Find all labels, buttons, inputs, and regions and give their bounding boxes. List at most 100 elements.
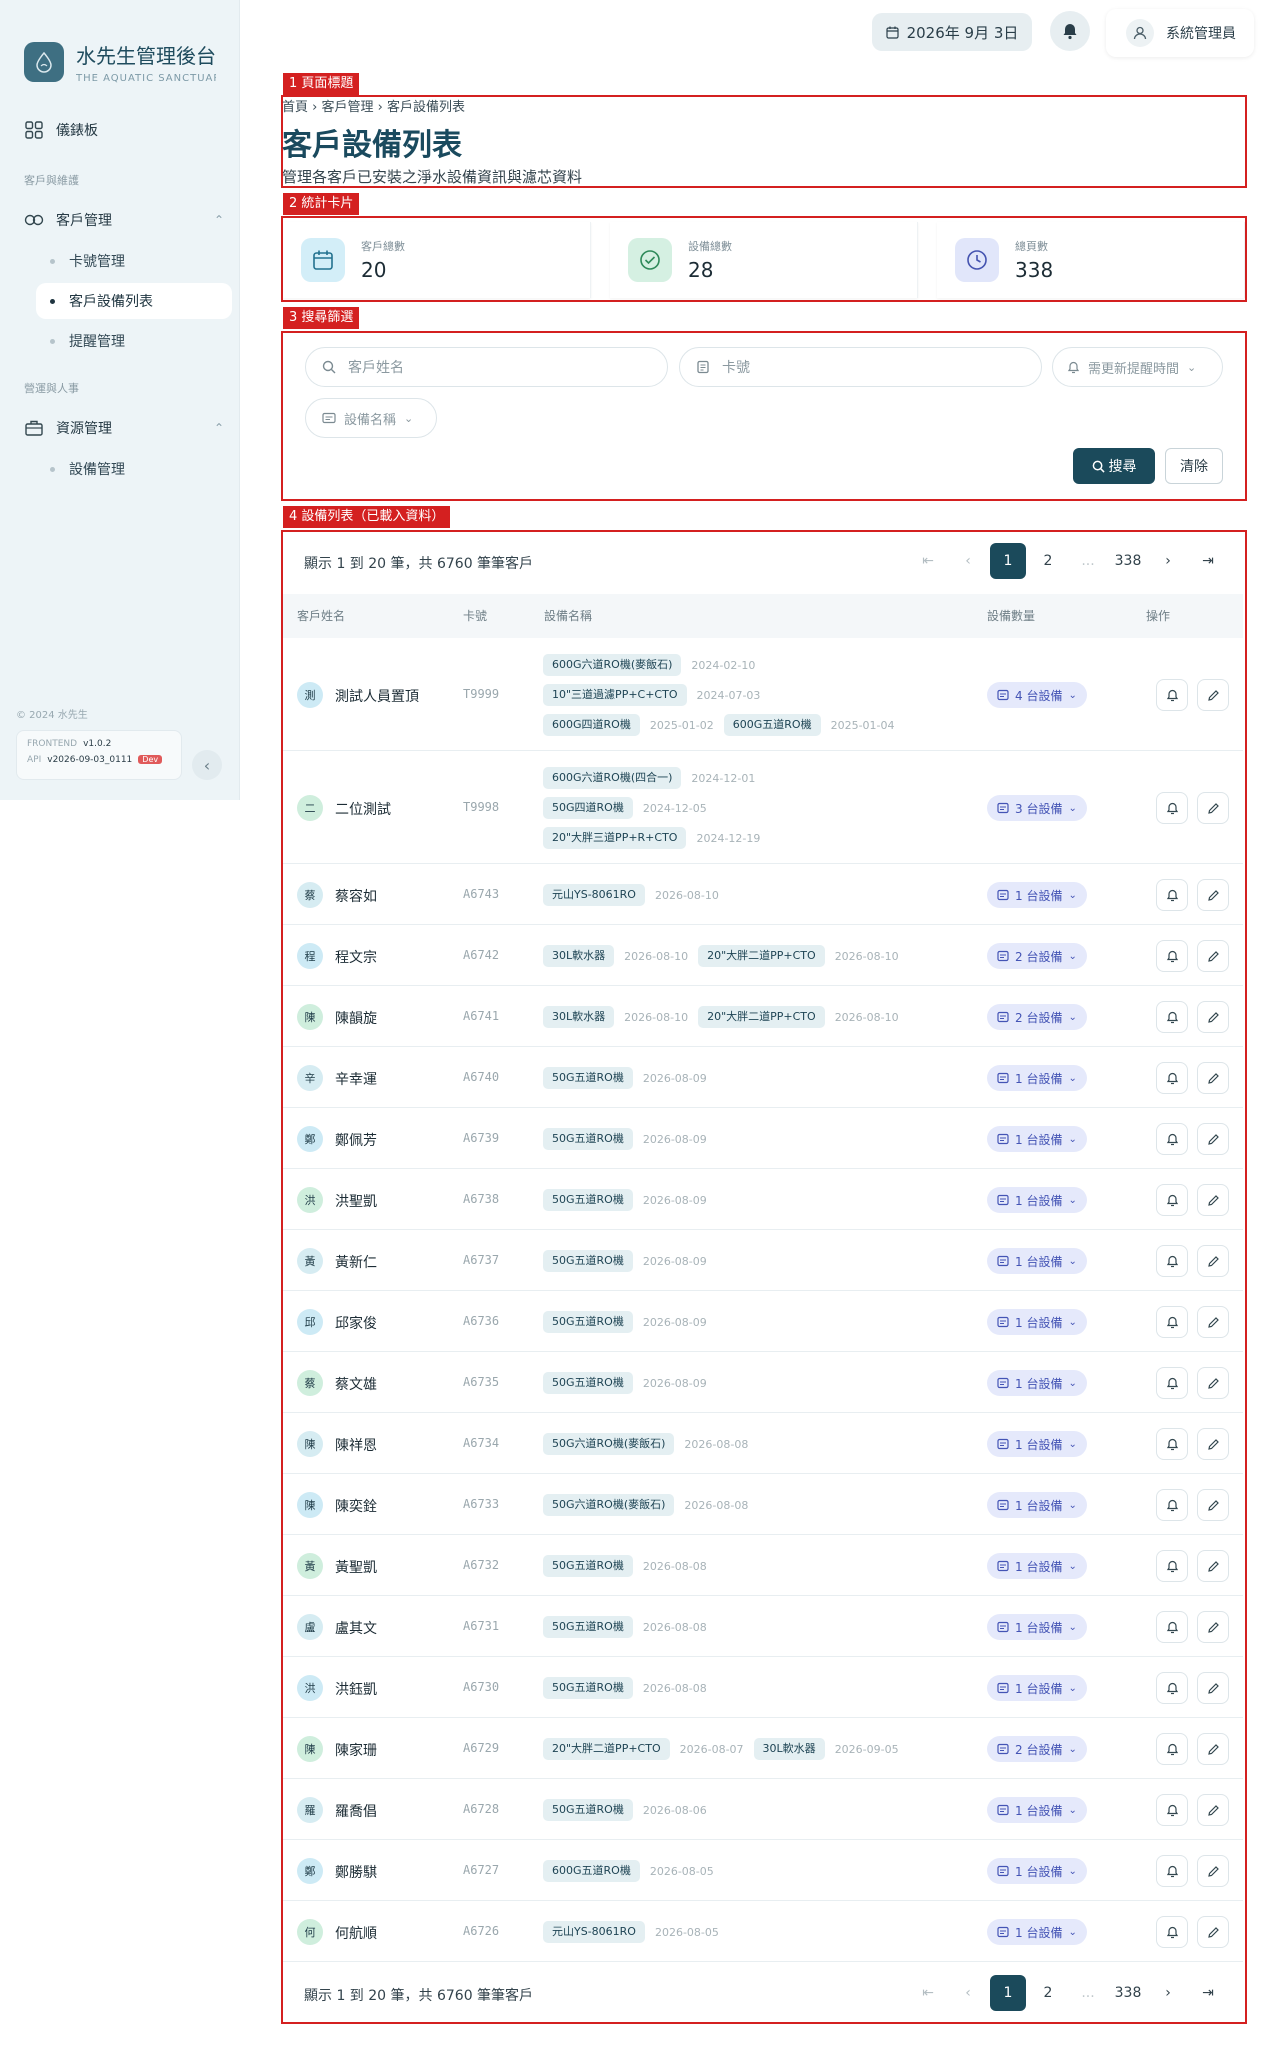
edit-button[interactable] (1197, 879, 1229, 911)
notification-button[interactable] (1050, 11, 1090, 51)
date-display[interactable]: 2026年 9月 3日 (872, 13, 1032, 51)
customer-avatar: 測 (297, 682, 323, 708)
reminder-button[interactable] (1156, 1916, 1188, 1948)
edit-button[interactable] (1197, 1672, 1229, 1704)
reminder-button[interactable] (1156, 879, 1188, 911)
equipment-count-dropdown[interactable]: 1 台設備 ⌄ (987, 1248, 1087, 1274)
reminder-button[interactable] (1156, 1428, 1188, 1460)
page-button[interactable]: 2 (1030, 543, 1066, 579)
equipment-filter-select[interactable]: 設備名稱 ⌄ (305, 398, 437, 438)
equipment-count-dropdown[interactable]: 1 台設備 ⌄ (987, 1187, 1087, 1213)
equipment-count-dropdown[interactable]: 1 台設備 ⌄ (987, 1919, 1087, 1945)
equipment-count-dropdown[interactable]: 1 台設備 ⌄ (987, 1675, 1087, 1701)
first-page-icon[interactable]: ⇤ (910, 543, 946, 579)
equipment-count-dropdown[interactable]: 4 台設備 ⌄ (987, 682, 1087, 708)
sidebar-item-equipment-list[interactable]: 客戶設備列表 (36, 283, 232, 319)
reminder-button[interactable] (1156, 1855, 1188, 1887)
reminder-button[interactable] (1156, 679, 1188, 711)
reminder-button[interactable] (1156, 1062, 1188, 1094)
sidebar-item-reminder[interactable]: 提醒管理 (36, 323, 232, 359)
page-button[interactable]: 338 (1110, 543, 1146, 579)
pencil-icon (1207, 1438, 1220, 1451)
edit-button[interactable] (1197, 1428, 1229, 1460)
breadcrumb-home[interactable]: 首頁 (282, 100, 308, 115)
breadcrumb-customer[interactable]: 客戶管理 (321, 100, 373, 115)
reminder-button[interactable] (1156, 1733, 1188, 1765)
last-page-icon[interactable]: ⇥ (1190, 543, 1226, 579)
equipment-count-dropdown[interactable]: 1 台設備 ⌄ (987, 1309, 1087, 1335)
collapse-sidebar-button[interactable]: ‹ (192, 750, 222, 780)
reminder-button[interactable] (1156, 1489, 1188, 1521)
reminder-filter-select[interactable]: 需更新提醒時間 ⌄ (1052, 347, 1223, 387)
edit-button[interactable] (1197, 1855, 1229, 1887)
equipment-count-dropdown[interactable]: 1 台設備 ⌄ (987, 1553, 1087, 1579)
equipment-count-dropdown[interactable]: 1 台設備 ⌄ (987, 1614, 1087, 1640)
search-button[interactable]: 搜尋 (1073, 448, 1155, 484)
reminder-button[interactable] (1156, 940, 1188, 972)
sidebar-item-card[interactable]: 卡號管理 (36, 243, 232, 279)
nav-resource-mgmt[interactable]: 資源管理 ⌃ (24, 418, 224, 438)
page-button[interactable]: 2 (1030, 1975, 1066, 2011)
equipment-count-dropdown[interactable]: 1 台設備 ⌄ (987, 1126, 1087, 1152)
last-page-icon[interactable]: ⇥ (1190, 1975, 1226, 2011)
edit-button[interactable] (1197, 1733, 1229, 1765)
edit-button[interactable] (1197, 1611, 1229, 1643)
edit-button[interactable] (1197, 792, 1229, 824)
equipment-count-dropdown[interactable]: 3 台設備 ⌄ (987, 795, 1087, 821)
nav-dashboard[interactable]: 儀錶板 (24, 120, 224, 140)
next-page-icon[interactable]: › (1150, 543, 1186, 579)
reminder-button[interactable] (1156, 1794, 1188, 1826)
nav-customer-mgmt[interactable]: 客戶管理 ⌃ (24, 210, 224, 230)
first-page-icon[interactable]: ⇤ (910, 1975, 946, 2011)
user-menu[interactable]: 系統管理員 (1106, 9, 1254, 57)
edit-button[interactable] (1197, 940, 1229, 972)
edit-button[interactable] (1197, 1916, 1229, 1948)
prev-page-icon[interactable]: ‹ (950, 1975, 986, 2011)
edit-button[interactable] (1197, 1001, 1229, 1033)
reminder-button[interactable] (1156, 1611, 1188, 1643)
prev-page-icon[interactable]: ‹ (950, 543, 986, 579)
chevron-up-icon: ⌃ (213, 421, 224, 435)
edit-button[interactable] (1197, 1794, 1229, 1826)
equipment-count-dropdown[interactable]: 1 台設備 ⌄ (987, 882, 1087, 908)
customer-avatar: 盧 (297, 1614, 323, 1640)
edit-button[interactable] (1197, 1306, 1229, 1338)
edit-button[interactable] (1197, 1550, 1229, 1582)
stat-card-pages: 總頁數 338 (937, 222, 1245, 298)
reminder-button[interactable] (1156, 1123, 1188, 1155)
edit-button[interactable] (1197, 1245, 1229, 1277)
reminder-button[interactable] (1156, 1184, 1188, 1216)
customer-name-input[interactable]: 客戶姓名 (305, 347, 668, 387)
edit-button[interactable] (1197, 1123, 1229, 1155)
clear-button[interactable]: 清除 (1165, 448, 1223, 484)
equipment-count-dropdown[interactable]: 1 台設備 ⌄ (987, 1858, 1087, 1884)
equipment-count-dropdown[interactable]: 1 台設備 ⌄ (987, 1492, 1087, 1518)
equipment-count-dropdown[interactable]: 1 台設備 ⌄ (987, 1797, 1087, 1823)
page-button[interactable]: 1 (990, 543, 1026, 579)
reminder-button[interactable] (1156, 1672, 1188, 1704)
reminder-button[interactable] (1156, 792, 1188, 824)
page-button[interactable]: 1 (990, 1975, 1026, 2011)
equipment-count-dropdown[interactable]: 1 台設備 ⌄ (987, 1431, 1087, 1457)
equipment-count-dropdown[interactable]: 2 台設備 ⌄ (987, 1004, 1087, 1030)
equipment-count-dropdown[interactable]: 1 台設備 ⌄ (987, 1370, 1087, 1396)
card-number-input[interactable]: 卡號 (679, 347, 1042, 387)
page-button[interactable]: 338 (1110, 1975, 1146, 2011)
edit-button[interactable] (1197, 1062, 1229, 1094)
reminder-button[interactable] (1156, 1001, 1188, 1033)
edit-button[interactable] (1197, 679, 1229, 711)
reminder-button[interactable] (1156, 1245, 1188, 1277)
reminder-button[interactable] (1156, 1367, 1188, 1399)
sidebar-item-equipment-mgmt[interactable]: 設備管理 (36, 451, 232, 487)
edit-button[interactable] (1197, 1184, 1229, 1216)
reminder-button[interactable] (1156, 1306, 1188, 1338)
breadcrumb-current: 客戶設備列表 (386, 100, 465, 115)
next-page-icon[interactable]: › (1150, 1975, 1186, 2011)
edit-button[interactable] (1197, 1367, 1229, 1399)
equipment-count-dropdown[interactable]: 2 台設備 ⌄ (987, 943, 1087, 969)
brand[interactable]: 水先生管理後台 THE AQUATIC SANCTUARY (24, 40, 216, 84)
reminder-button[interactable] (1156, 1550, 1188, 1582)
edit-button[interactable] (1197, 1489, 1229, 1521)
equipment-count-dropdown[interactable]: 1 台設備 ⌄ (987, 1065, 1087, 1091)
equipment-count-dropdown[interactable]: 2 台設備 ⌄ (987, 1736, 1087, 1762)
